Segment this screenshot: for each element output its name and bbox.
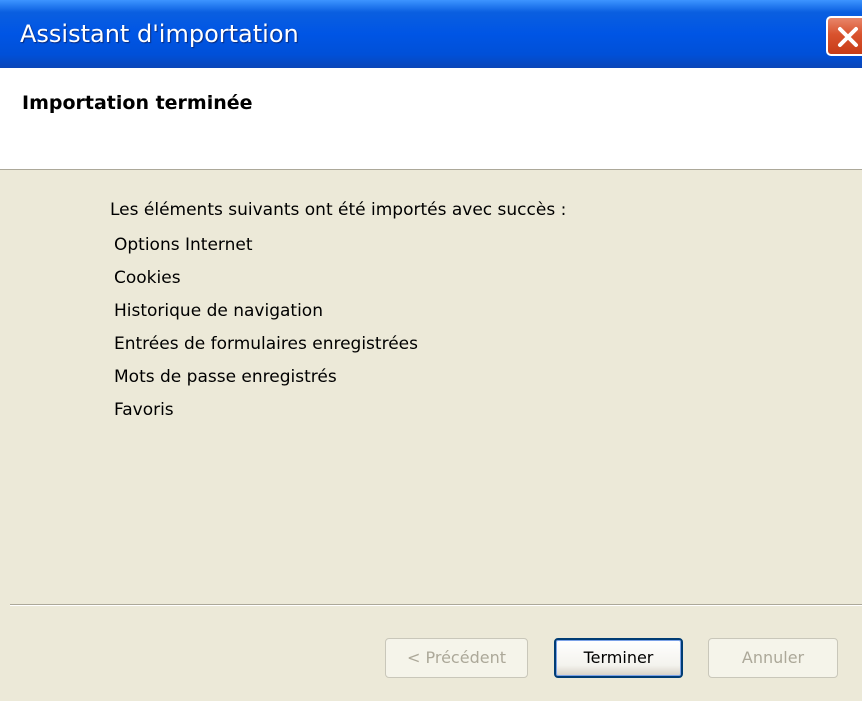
title-bar[interactable]: Assistant d'importation — [0, 0, 862, 68]
list-item: Cookies — [114, 268, 181, 288]
import-wizard-window: Assistant d'importation Importation term… — [0, 0, 862, 701]
import-summary-text: Les éléments suivants ont été importés a… — [110, 200, 567, 220]
list-item: Mots de passe enregistrés — [114, 367, 337, 387]
wizard-content: Les éléments suivants ont été importés a… — [0, 170, 862, 604]
list-item: Options Internet — [114, 235, 253, 255]
finish-button[interactable]: Terminer — [554, 638, 683, 678]
close-button[interactable] — [826, 16, 862, 56]
list-item: Historique de navigation — [114, 301, 323, 321]
list-item: Entrées de formulaires enregistrées — [114, 334, 418, 354]
list-item: Favoris — [114, 400, 174, 420]
previous-button[interactable]: < Précédent — [385, 638, 528, 678]
window-title: Assistant d'importation — [20, 20, 299, 48]
imported-items-list: Options Internet Cookies Historique de n… — [114, 234, 418, 432]
page-title: Importation terminée — [22, 92, 253, 114]
wizard-header: Importation terminée — [0, 68, 862, 170]
close-icon — [838, 27, 858, 47]
cancel-button[interactable]: Annuler — [708, 638, 838, 678]
footer-divider — [10, 604, 862, 606]
